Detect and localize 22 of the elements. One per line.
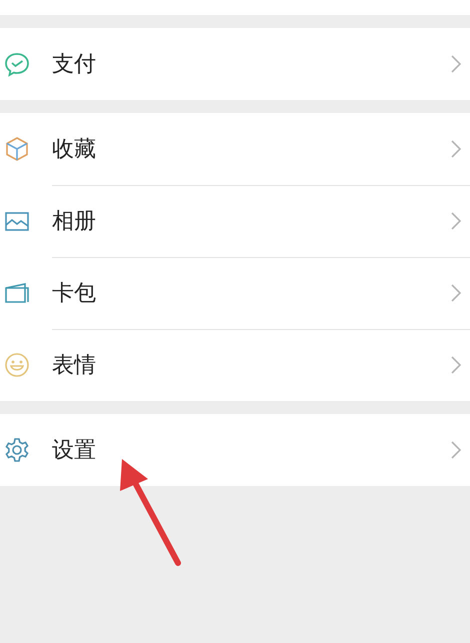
smiley-icon [3, 351, 31, 379]
menu-label: 相册 [52, 208, 96, 236]
menu-item[interactable]: 表情 [0, 329, 470, 401]
chevron-icon [450, 440, 462, 460]
chevron-icon [450, 54, 462, 74]
chevron-icon [450, 211, 462, 231]
menu-item[interactable]: 设置 [0, 414, 470, 486]
cube-icon [3, 135, 31, 163]
menu-label: 表情 [52, 352, 96, 380]
chevron-icon [450, 355, 462, 375]
chevron-icon [450, 283, 462, 303]
menu-label: 设置 [52, 436, 96, 464]
menu-item[interactable]: 相册 [0, 185, 470, 257]
menu-label: 卡包 [52, 280, 96, 308]
chevron-icon [450, 139, 462, 159]
menu-item[interactable]: 收藏 [0, 113, 470, 185]
pay-icon [3, 50, 31, 78]
menu-label: 支付 [52, 50, 96, 78]
settings-icon [3, 436, 31, 464]
menu-label: 收藏 [52, 136, 96, 164]
menu-item[interactable]: 卡包 [0, 257, 470, 329]
menu-item[interactable]: 支付 [0, 28, 470, 100]
